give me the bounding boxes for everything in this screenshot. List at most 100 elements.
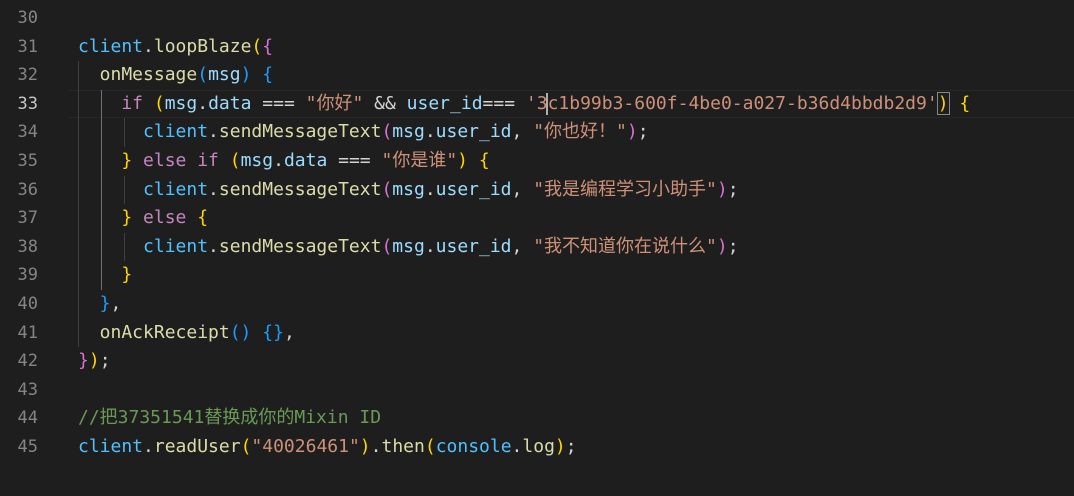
code-line[interactable]: 37 } else { [0,204,1074,233]
code-token: "你也好！" [533,121,627,143]
code-line[interactable]: 33 if (msg.data === "你好" && user_id=== '… [0,89,1074,119]
code-text: client.readUser("40026461").then(console… [78,433,577,462]
code-token: ( [197,64,209,86]
code-token: onMessage [78,64,198,86]
code-line[interactable]: 32 onMessage(msg) { [0,61,1074,90]
code-token: ( [381,235,393,257]
code-token: console [435,435,512,457]
code-line[interactable]: 42}); [0,347,1074,376]
code-line[interactable]: 36 client.sendMessageText(msg.user_id, "… [0,175,1074,205]
code-token: msg [208,64,241,86]
line-number: 42 [17,351,38,372]
code-token: then [381,435,425,457]
code-text: }); [78,347,111,376]
code-token: . [370,435,382,457]
code-token: msg [392,178,425,200]
code-token: sendMessageText [218,121,382,143]
code-token: === [251,92,306,114]
code-text: } else { [78,204,208,233]
line-number: 34 [17,122,38,143]
code-token: ; [727,178,739,200]
code-token: . [208,235,219,257]
code-line[interactable]: 34 client.sendMessageText(msg.user_id, "… [0,118,1074,147]
code-token: data [283,149,328,171]
code-text: client.sendMessageText(msg.user_id, "我不知… [78,233,739,262]
code-token: user_id [406,92,483,114]
code-token: { [262,64,274,86]
line-number: 36 [17,179,38,200]
code-token: . [208,178,219,200]
code-token: client [78,435,144,457]
code-text: onMessage(msg) { [78,61,273,90]
code-line[interactable]: 41 onAckReceipt() {}, [0,318,1074,348]
code-token: ( [240,435,252,457]
line-number: 44 [17,408,38,429]
code-text: } else if (msg.data === "你是谁") { [78,147,490,176]
code-token: && [363,92,407,114]
code-text: client.sendMessageText(msg.user_id, "我是编… [78,176,739,205]
code-line[interactable]: 40 }, [0,289,1074,319]
code-line[interactable]: 45 client.readUser("40026461").then(conso… [0,433,1074,462]
code-token: ) [240,64,252,86]
code-token: { [478,149,490,171]
code-token: ( [424,435,436,457]
code-token: ( [381,121,393,143]
code-token: ; [727,235,739,257]
line-number: 45 [17,436,38,457]
code-token: sendMessageText [218,178,382,200]
code-token: ; [565,435,577,457]
code-token: . [143,35,154,57]
code-token: readUser [153,435,241,457]
code-token: msg [164,92,198,114]
line-number: 39 [17,265,38,286]
code-token: . [424,121,436,143]
code-text: } [78,261,132,290]
text-cursor [546,92,548,115]
code-token: "我是编程学习小助手" [533,178,717,200]
code-token: ) [457,149,469,171]
code-token: ) [936,91,950,115]
code-token: client [78,178,209,200]
code-line[interactable]: 31 client.loopBlaze({ [0,33,1074,62]
code-token: { [197,207,209,229]
code-text: //把37351541替换成你的Mixin ID [78,404,381,433]
line-number: 37 [17,208,38,229]
code-token: "40026461" [251,435,360,457]
code-editor[interactable]: 30 31 client.loopBlaze({32 onMessage(msg) … [0,0,1074,496]
code-line[interactable]: 35 } else if (msg.data === "你是谁") { [0,146,1074,176]
code-token: ) [88,350,100,372]
code-text: client.sendMessageText(msg.user_id, "你也好… [78,118,649,147]
code-text: }, [78,290,122,319]
code-line[interactable]: 44 //把37351541替换成你的Mixin ID [0,404,1074,433]
code-token: === [327,149,382,171]
code-token: . [424,178,436,200]
code-line[interactable]: 43 [0,376,1074,405]
code-token: , [283,321,295,343]
line-number: 38 [17,236,38,257]
line-number: 32 [17,65,38,86]
code-token: msg [392,235,425,257]
code-line[interactable]: 30 [0,4,1074,33]
code-token: ) [716,235,728,257]
code-line[interactable]: 39 } [0,261,1074,290]
code-token: "你好" [305,92,364,114]
code-token: {} [262,321,284,343]
code-token: { [262,35,274,57]
code-token: log [522,435,555,457]
code-line[interactable]: 38 client.sendMessageText(msg.user_id, "… [0,232,1074,262]
code-token: '3c1b99b3-600f-4be0-a027-b36d4bbdb2d9' [525,92,938,114]
code-token: data [208,92,252,114]
code-token: ) [626,121,638,143]
code-token: if [78,92,144,114]
line-number: 41 [17,322,38,343]
code-token: ( [381,178,393,200]
code-token: user_id [435,235,512,257]
code-token: . [197,92,209,114]
code-token: ; [637,121,649,143]
code-token: , [110,292,122,314]
code-token: sendMessageText [218,235,382,257]
